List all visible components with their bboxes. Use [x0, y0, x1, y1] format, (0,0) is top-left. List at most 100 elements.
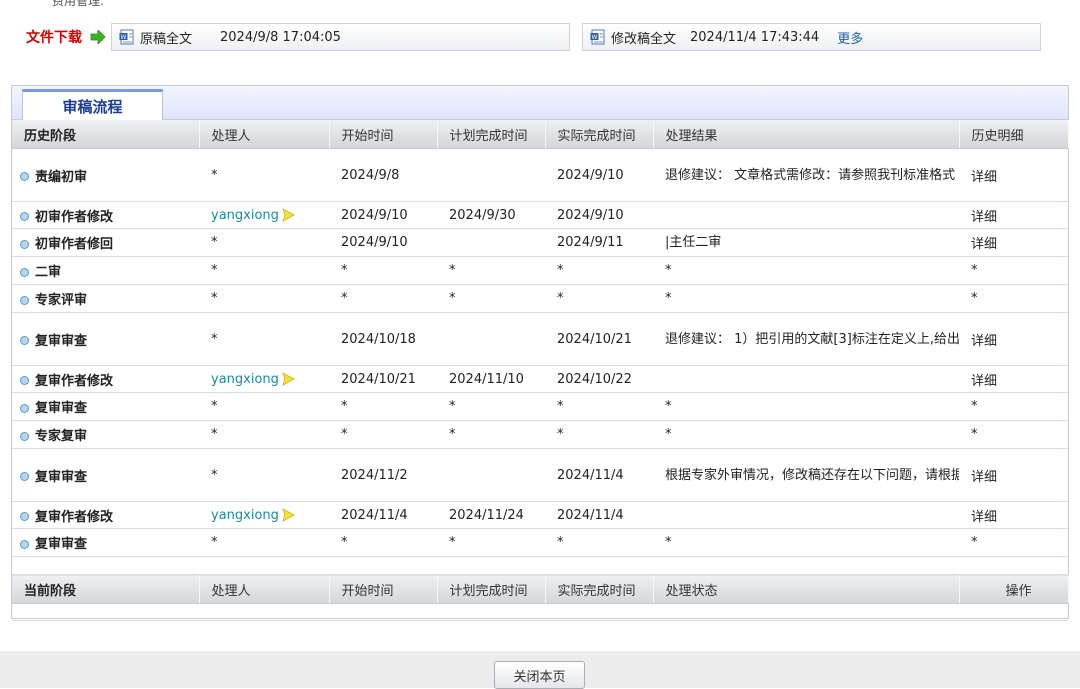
handler-cell[interactable]: yangxiong	[199, 501, 329, 529]
stage-label: 初审作者修回	[35, 237, 114, 252]
actual-time-cell: *	[545, 392, 653, 421]
table-row: 复审审查 * * * * * *	[12, 528, 1068, 557]
stage-cell: 专家复审	[12, 420, 199, 449]
detail-cell: *	[959, 392, 1068, 421]
spacer-row	[12, 556, 1068, 575]
result-link[interactable]: 退修建议： 1）把引用的文献[3]标注在定义上,给出...	[653, 312, 959, 366]
actual-time-cell: 2024/10/22	[545, 365, 653, 393]
result-cell: *	[653, 284, 959, 313]
bullet-icon	[20, 212, 29, 221]
handler-cell: *	[199, 448, 329, 502]
table-row: 复审作者修改 yangxiong 2024/10/21 2024/11/10 2024/…	[12, 365, 1068, 393]
revised-file-name: 修改稿全文	[611, 31, 677, 47]
plan-time-cell: 2024/11/24	[437, 501, 545, 529]
actual-time-cell: 2024/9/11	[545, 228, 653, 257]
bullet-icon	[20, 376, 29, 385]
column-header: 开始时间	[329, 120, 438, 149]
tab-bar: 审稿流程	[12, 86, 1068, 120]
result-cell	[653, 501, 959, 529]
bullet-icon	[20, 295, 29, 305]
detail-link[interactable]: 详细	[959, 501, 1068, 529]
handler-link[interactable]: yangxiong	[211, 508, 279, 523]
column-header: 处理结果	[653, 120, 960, 149]
word-doc-icon: W	[590, 29, 605, 45]
current-empty-row	[12, 603, 1068, 621]
stage-label: 复审审查	[35, 333, 88, 349]
table-row: 复审审查 * * * * * *	[12, 392, 1068, 421]
detail-link[interactable]: 详细	[959, 228, 1068, 257]
actual-time-cell: *	[545, 420, 653, 449]
start-time-cell: 2024/11/2	[329, 448, 437, 502]
top-fragment-text: 费用管理:	[52, 0, 105, 8]
original-file-time: 2024/9/8 17:04:05	[220, 29, 341, 45]
table-row: 复审审查 * 2024/11/2 2024/11/4 根据专家外审情况，修改稿还存在以下…	[12, 448, 1068, 502]
detail-cell: *	[959, 284, 1068, 313]
result-link[interactable]: 根据专家外审情况，修改稿还存在以下问题，请根据专家建...	[653, 448, 959, 502]
table-row: 初审作者修改 yangxiong 2024/9/10 2024/9/30 2024/9/…	[12, 201, 1068, 229]
green-arrow-icon	[90, 30, 106, 44]
detail-link[interactable]: 详细	[959, 448, 1068, 502]
column-header: 历史阶段	[12, 120, 200, 149]
bullet-icon	[20, 172, 29, 181]
start-time-cell: 2024/9/8	[329, 148, 437, 202]
actual-time-cell: *	[545, 528, 653, 557]
detail-cell: *	[959, 420, 1068, 449]
stage-label: 责编初审	[35, 169, 88, 185]
handler-link[interactable]: yangxiong	[211, 208, 279, 223]
stage-label: 二审	[35, 265, 62, 280]
handler-value: *	[211, 535, 218, 550]
handler-cell[interactable]: yangxiong	[199, 201, 329, 229]
word-doc-icon: W	[119, 29, 134, 45]
detail-link[interactable]: 详细	[959, 201, 1068, 229]
stage-cell: 复审审查	[12, 392, 199, 421]
bullet-icon	[20, 403, 29, 413]
detail-link[interactable]: 详细	[959, 365, 1068, 393]
stage-label: 复审作者修改	[35, 509, 114, 525]
svg-text:W: W	[592, 34, 598, 41]
column-header: 开始时间	[329, 574, 438, 604]
tab-review-flow[interactable]: 审稿流程	[22, 89, 163, 120]
stage-cell: 复审作者修改	[12, 501, 199, 529]
handler-cell: *	[199, 420, 329, 449]
actual-time-cell: 2024/11/4	[545, 501, 653, 529]
bullet-icon	[20, 336, 29, 345]
review-history-table: 历史阶段 处理人 开始时间 计划完成时间 实际完成时间 处理结果 历史明细 责编初审 * 202…	[12, 120, 1069, 621]
table-row: 责编初审 * 2024/9/8 2024/9/10 退修建议： 文章格式需修改：请参照我…	[12, 148, 1068, 202]
stage-cell: 责编初审	[12, 148, 199, 202]
stage-label: 初审作者修改	[35, 209, 114, 225]
original-file-link[interactable]: W 原稿全文 2024/9/8 17:04:05	[111, 23, 570, 51]
start-time-cell: *	[329, 420, 437, 449]
send-flag-icon	[282, 208, 295, 222]
detail-link[interactable]: 详细	[959, 312, 1068, 366]
original-file-name: 原稿全文	[140, 31, 193, 47]
table-row: 复审审查 * 2024/10/18 2024/10/21 退修建议： 1）把引用的文献[…	[12, 312, 1068, 366]
handler-value: *	[211, 167, 218, 183]
bullet-icon	[20, 267, 29, 277]
start-time-cell: *	[329, 256, 437, 285]
handler-link[interactable]: yangxiong	[211, 372, 279, 387]
revised-file-link[interactable]: W 修改稿全文 2024/11/4 17:43:44 更多	[582, 23, 1041, 51]
actual-time-cell: *	[545, 256, 653, 285]
table-row: 复审作者修改 yangxiong 2024/11/4 2024/11/24 2024/1…	[12, 501, 1068, 529]
handler-cell[interactable]: yangxiong	[199, 365, 329, 393]
actual-time-cell: 2024/9/10	[545, 201, 653, 229]
more-link[interactable]: 更多	[837, 28, 863, 47]
column-header: 历史明细	[959, 120, 1069, 149]
result-cell: *	[653, 528, 959, 557]
result-link[interactable]: 退修建议： 文章格式需修改：请参照我刊标准格式（自然...	[653, 148, 959, 202]
actual-time-cell: 2024/9/10	[545, 148, 653, 202]
detail-link[interactable]: 详细	[959, 148, 1068, 202]
close-page-button[interactable]: 关闭本页	[494, 661, 585, 689]
table-row: 二审 * * * * * *	[12, 256, 1068, 285]
handler-cell: *	[199, 148, 329, 202]
stage-cell: 复审审查	[12, 448, 199, 502]
column-header: 计划完成时间	[437, 574, 546, 604]
handler-cell: *	[199, 228, 329, 257]
column-header: 处理人	[199, 120, 330, 149]
column-header: 当前阶段	[12, 574, 200, 604]
actual-time-cell: 2024/10/21	[545, 312, 653, 366]
handler-cell: *	[199, 284, 329, 313]
plan-time-cell	[437, 148, 545, 202]
stage-cell: 二审	[12, 256, 199, 285]
download-label: 文件下载	[26, 30, 82, 46]
